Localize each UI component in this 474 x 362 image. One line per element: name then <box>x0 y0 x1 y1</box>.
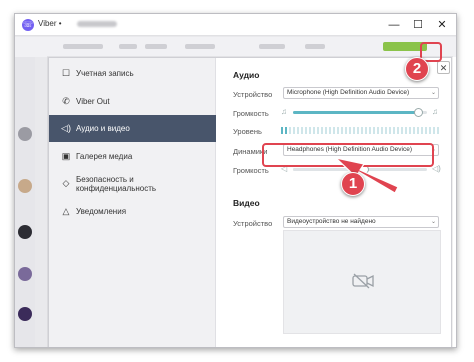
pointer-arrow <box>334 156 399 194</box>
step-2-badge: 2 <box>405 57 429 81</box>
screenshot: ☏ Viber • — ☐ ✕ ☐ Учетная запись ✆ Viber… <box>0 0 474 362</box>
step-1-badge: 1 <box>341 172 365 196</box>
